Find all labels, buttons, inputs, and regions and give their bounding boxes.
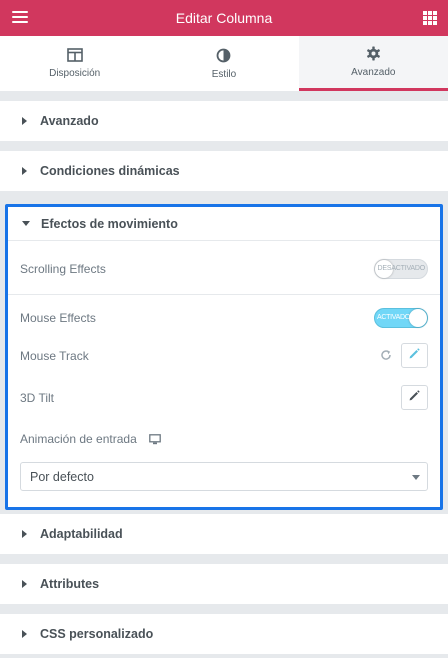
mouse-track-label: Mouse Track	[20, 348, 89, 363]
section-condiciones-dinamicas[interactable]: Condiciones dinámicas	[0, 151, 448, 191]
apps-grid-icon[interactable]	[423, 11, 437, 25]
section-title: Efectos de movimiento	[41, 216, 178, 231]
toggle-state-text: DESACTIVADO	[377, 265, 426, 272]
caret-right-icon	[22, 167, 27, 175]
divider	[8, 294, 440, 295]
scrolling-effects-row: Scrolling Effects DESACTIVADO	[20, 259, 428, 279]
entrance-animation-label: Animación de entrada	[20, 432, 137, 446]
mouse-track-edit-button[interactable]	[401, 343, 428, 368]
entrance-animation-row: Animación de entrada	[20, 430, 428, 448]
tab-disposicion-label: Disposición	[49, 68, 101, 79]
select-value: Por defecto	[30, 469, 94, 484]
3d-tilt-label: 3D Tilt	[20, 390, 55, 405]
scrolling-effects-toggle[interactable]: DESACTIVADO	[374, 259, 428, 279]
toggle-state-text: ACTIVADO	[377, 314, 410, 321]
gear-icon	[366, 46, 381, 61]
reset-icon[interactable]	[380, 348, 392, 366]
section-title: Avanzado	[40, 114, 99, 128]
section-header[interactable]: Efectos de movimiento	[8, 207, 440, 241]
mouse-effects-toggle[interactable]: ACTIVADO	[374, 308, 428, 328]
caret-right-icon	[22, 580, 27, 588]
section-adaptabilidad[interactable]: Adaptabilidad	[0, 514, 448, 554]
caret-right-icon	[22, 630, 27, 638]
panel-title: Editar Columna	[175, 10, 273, 26]
caret-down-icon	[22, 221, 30, 226]
section-attributes[interactable]: Attributes	[0, 564, 448, 604]
pencil-icon	[408, 347, 421, 365]
mouse-effects-row: Mouse Effects ACTIVADO	[20, 308, 428, 328]
tab-disposicion[interactable]: Disposición	[0, 36, 150, 91]
section-title: CSS personalizado	[40, 627, 154, 641]
section-avanzado[interactable]: Avanzado	[0, 101, 448, 141]
desktop-icon[interactable]	[148, 433, 161, 445]
scrolling-effects-label: Scrolling Effects	[20, 262, 106, 276]
pencil-icon	[408, 389, 421, 407]
editor-header: Editar Columna	[0, 0, 448, 36]
contrast-icon	[216, 48, 231, 63]
hamburger-menu-icon[interactable]	[12, 11, 28, 25]
section-title: Attributes	[40, 577, 100, 591]
layout-icon	[66, 48, 83, 62]
caret-right-icon	[22, 117, 27, 125]
section-title: Adaptabilidad	[40, 527, 123, 541]
section-efectos-de-movimiento: Efectos de movimiento Scrolling Effects …	[5, 204, 443, 510]
section-title: Condiciones dinámicas	[40, 164, 180, 178]
chevron-down-icon	[412, 475, 420, 480]
tab-estilo[interactable]: Estilo	[149, 36, 299, 91]
entrance-animation-select[interactable]: Por defecto	[20, 462, 428, 491]
tab-avanzado[interactable]: Avanzado	[298, 36, 448, 91]
tab-estilo-label: Estilo	[211, 68, 237, 80]
3d-tilt-edit-button[interactable]	[401, 385, 428, 410]
mouse-track-row: Mouse Track	[20, 343, 428, 368]
panel-tabs: Disposición Estilo Avanzado	[0, 36, 448, 92]
toggle-knob	[409, 309, 427, 327]
section-css-personalizado[interactable]: CSS personalizado	[0, 614, 448, 654]
caret-right-icon	[22, 530, 27, 538]
mouse-effects-label: Mouse Effects	[20, 311, 96, 325]
tab-avanzado-label: Avanzado	[351, 67, 396, 78]
3d-tilt-row: 3D Tilt	[20, 385, 428, 410]
